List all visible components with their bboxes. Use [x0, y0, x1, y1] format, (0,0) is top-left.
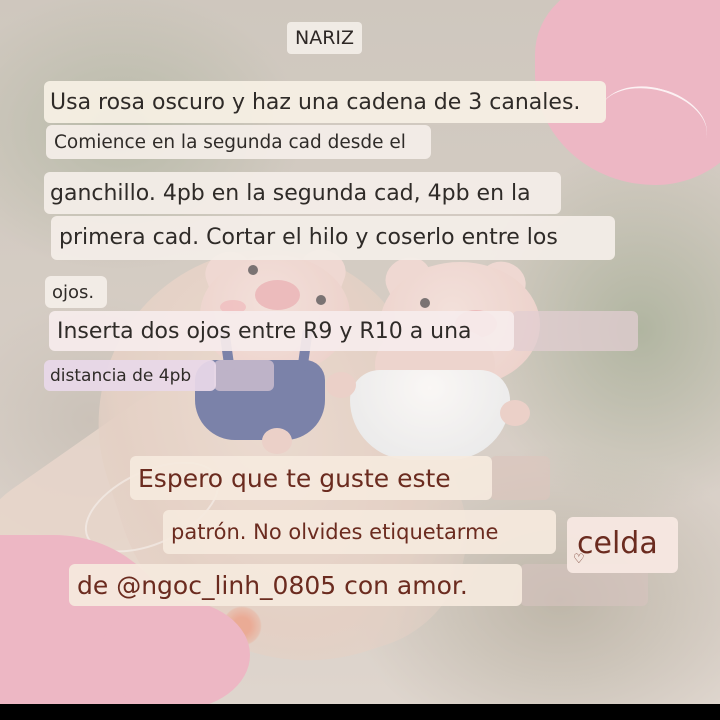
pink-blob-bottom-left-2: [100, 600, 250, 710]
instruction-text: Inserta dos ojos entre R9 y R10 a una: [57, 319, 472, 344]
closing-text: patrón. No olvides etiquetarme: [171, 520, 499, 544]
closing-line: de @ngoc_linh_0805 con amor.: [69, 564, 522, 606]
instruction-line: Inserta dos ojos entre R9 y R10 a una: [49, 311, 514, 351]
text-chip-extension: [214, 360, 274, 391]
instruction-line: distancia de 4pb: [44, 360, 216, 391]
instruction-text: ojos.: [52, 282, 95, 303]
instruction-text: Comience en la segunda cad desde el: [54, 132, 406, 153]
instruction-line: ojos.: [45, 276, 107, 308]
screen: NARIZ Usa rosa oscuro y haz una cadena d…: [0, 0, 720, 720]
instruction-line: primera cad. Cortar el hilo y coserlo en…: [51, 216, 615, 260]
instruction-text: ganchillo. 4pb en la segunda cad, 4pb en…: [50, 181, 531, 206]
instruction-line: ganchillo. 4pb en la segunda cad, 4pb en…: [44, 172, 561, 214]
closing-line: Espero que te guste este: [130, 456, 492, 500]
instruction-line: Comience en la segunda cad desde el: [46, 125, 431, 159]
bottom-bar: [0, 704, 720, 720]
text-chip-extension: [512, 311, 638, 351]
closing-text: de @ngoc_linh_0805 con amor.: [77, 571, 468, 600]
tag-text: celda: [577, 526, 658, 561]
title-label: NARIZ: [287, 22, 363, 54]
heart-icon: ♡: [573, 552, 585, 567]
instruction-line: Usa rosa oscuro y haz una cadena de 3 ca…: [44, 81, 606, 123]
instruction-text: Usa rosa oscuro y haz una cadena de 3 ca…: [50, 90, 581, 115]
text-chip-extension: [490, 456, 550, 500]
instruction-text: distancia de 4pb: [50, 366, 192, 386]
closing-line: patrón. No olvides etiquetarme: [163, 510, 556, 554]
instruction-text: primera cad. Cortar el hilo y coserlo en…: [59, 225, 558, 250]
title-text: NARIZ: [295, 27, 355, 49]
closing-text: Espero que te guste este: [138, 464, 451, 493]
